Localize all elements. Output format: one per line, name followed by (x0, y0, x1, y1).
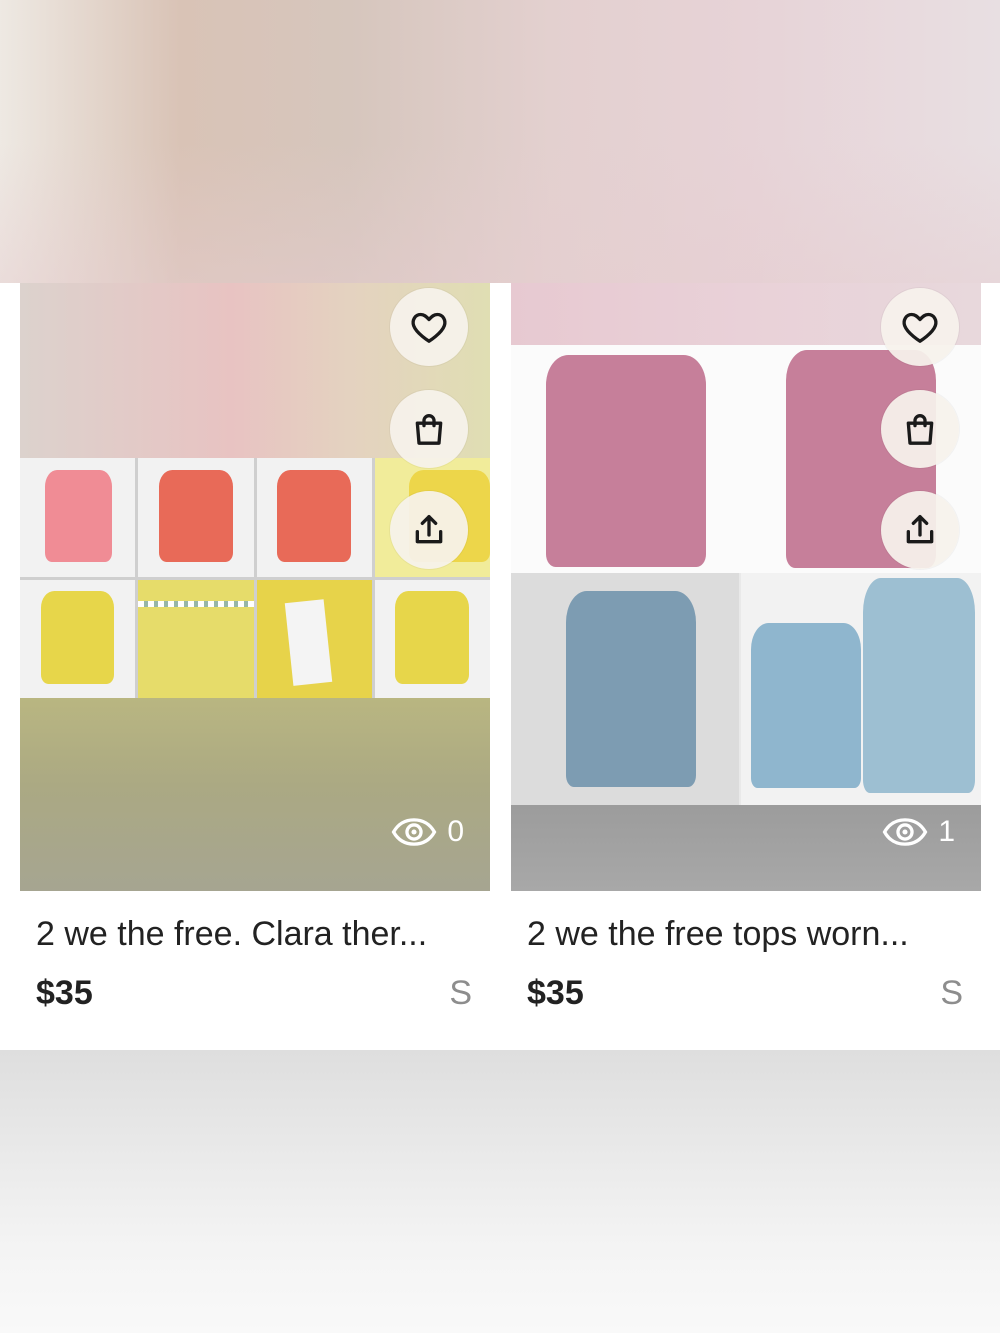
listing-title[interactable]: 2 we the free tops worn... (527, 915, 957, 954)
listing-photo[interactable]: 0 (20, 283, 490, 891)
shopping-bag-icon (415, 414, 443, 445)
share-button[interactable] (390, 491, 468, 569)
collage-tile-care-label (256, 579, 372, 698)
eye-icon (882, 818, 928, 846)
blurred-background-bottom (0, 1050, 1000, 1333)
listing-price: $35 (36, 974, 93, 1012)
add-to-bag-button[interactable] (881, 390, 959, 468)
heart-icon (411, 312, 447, 343)
pink-top-front (546, 355, 706, 567)
listing-photo[interactable]: 1 (511, 283, 981, 891)
collage-tile-yellow-sweater-back (374, 579, 490, 698)
collage-tile-yellow-knit-detail (138, 579, 254, 698)
photo-blur-bottom (20, 698, 490, 891)
listing-card[interactable]: 1 2 we the free tops worn... $35 S (511, 283, 981, 1050)
view-count-value: 1 (938, 815, 955, 848)
view-count: 1 (882, 815, 955, 849)
share-icon (415, 515, 443, 544)
collage-tile-yellow-sweater (20, 579, 136, 698)
view-count-value: 0 (447, 815, 464, 848)
share-icon (906, 515, 934, 544)
blue-top-flat (863, 578, 975, 793)
listing-card[interactable]: 0 2 we the free. Clara ther... $35 S (20, 283, 490, 1050)
blurred-background-top (0, 0, 1000, 283)
listing-title[interactable]: 2 we the free. Clara ther... (36, 915, 466, 954)
listing-page: 0 2 we the free. Clara ther... $35 S 1 2… (0, 0, 1000, 1333)
listing-meta: $35 S (527, 974, 965, 1013)
listing-price: $35 (527, 974, 584, 1012)
listing-info: 2 we the free. Clara ther... $35 S (20, 915, 490, 1013)
collage-tile-pink-sweater (20, 458, 136, 577)
collage-tile-coral-sweater-back (256, 458, 372, 577)
listing-size: S (449, 974, 472, 1012)
listing-size: S (940, 974, 963, 1012)
add-to-bag-button[interactable] (390, 390, 468, 468)
eye-icon (391, 818, 437, 846)
heart-icon (902, 312, 938, 343)
blue-top-mannequin (566, 591, 696, 787)
listing-info: 2 we the free tops worn... $35 S (511, 915, 981, 1013)
like-button[interactable] (390, 288, 468, 366)
photo-panel-blue-tops (511, 573, 981, 805)
view-count: 0 (391, 815, 464, 849)
shopping-bag-icon (906, 414, 934, 445)
like-button[interactable] (881, 288, 959, 366)
listing-meta: $35 S (36, 974, 474, 1013)
collage-tile-coral-sweater (138, 458, 254, 577)
share-button[interactable] (881, 491, 959, 569)
blue-top-model (751, 623, 861, 788)
